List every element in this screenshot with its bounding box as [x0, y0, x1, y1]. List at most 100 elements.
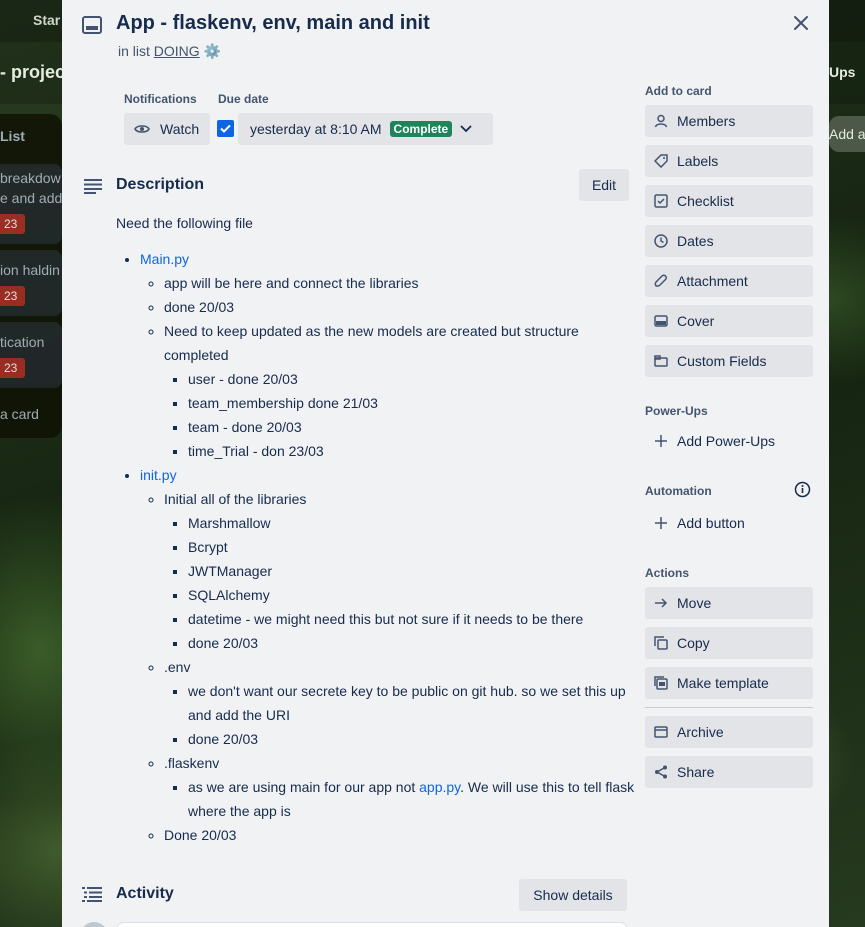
add-button-label: Add button — [677, 515, 745, 531]
edit-label: Edit — [591, 177, 617, 193]
list-item-text: Initial all of the libraries — [164, 491, 307, 507]
archive-button[interactable]: Archive — [645, 716, 813, 748]
list-card-title: ion haldin — [0, 262, 60, 278]
app-py-link[interactable]: app.py — [419, 779, 460, 795]
watch-button[interactable]: Watch — [124, 113, 210, 145]
members-button[interactable]: Members — [645, 105, 813, 137]
template-icon — [653, 675, 669, 691]
custom-fields-icon — [653, 353, 669, 369]
watch-label: Watch — [160, 121, 200, 137]
powerups-label: Power-Ups — [645, 404, 708, 418]
list-title[interactable]: List — [0, 128, 25, 144]
arrow-right-icon — [653, 595, 669, 611]
paperclip-icon — [653, 273, 669, 289]
dates-button[interactable]: Dates — [645, 225, 813, 257]
card-title[interactable]: App - flaskenv, env, main and init — [116, 12, 430, 35]
move-label: Move — [677, 595, 712, 611]
board-powerups-label[interactable]: Ups — [829, 64, 855, 80]
plus-icon — [653, 515, 669, 531]
list-item: team - done 20/03 — [188, 415, 636, 439]
list-card-badge: 23 — [0, 214, 25, 234]
list-item: Done 20/03 — [164, 823, 636, 847]
complete-badge: Complete — [389, 121, 453, 137]
actions-label: Actions — [645, 566, 690, 580]
description-icon — [84, 178, 102, 197]
list-item: JWTManager — [188, 559, 636, 583]
make-template-button[interactable]: Make template — [645, 667, 813, 699]
list-item: Bcrypt — [188, 535, 636, 559]
comment-input[interactable] — [116, 922, 628, 927]
list-name-link[interactable]: DOING — [154, 43, 200, 59]
activity-title: Activity — [116, 885, 174, 902]
list-card-title-cont: e and add — [0, 190, 63, 206]
copy-button[interactable]: Copy — [645, 627, 813, 659]
show-details-button[interactable]: Show details — [519, 879, 627, 911]
due-date-button[interactable]: yesterday at 8:10 AM Complete — [238, 113, 493, 145]
labels-label: Labels — [677, 153, 719, 169]
cover-label: Cover — [677, 313, 715, 329]
checklist-icon — [653, 193, 669, 209]
due-complete-checkbox[interactable] — [217, 120, 234, 137]
members-label: Members — [677, 113, 736, 129]
checklist-label: Checklist — [677, 193, 734, 209]
custom-fields-button[interactable]: Custom Fields — [645, 345, 813, 377]
add-powerups-button[interactable]: Add Power-Ups — [645, 425, 813, 457]
list-item: .flaskenv as we are using main for our a… — [164, 751, 636, 823]
board-list: List breakdow e and add 23 ion haldin 23… — [0, 114, 62, 438]
due-date-label: Due date — [218, 92, 269, 106]
cover-button[interactable]: Cover — [645, 305, 813, 337]
avatar — [80, 922, 108, 927]
plus-icon — [653, 433, 669, 449]
dates-label: Dates — [677, 233, 714, 249]
description-body[interactable]: Need the following file Main.py app will… — [116, 211, 636, 847]
add-card-link[interactable]: a card — [0, 406, 39, 422]
show-details-label: Show details — [533, 887, 613, 903]
person-icon — [653, 113, 669, 129]
move-button[interactable]: Move — [645, 587, 813, 619]
share-button[interactable]: Share — [645, 756, 813, 788]
actions-divider — [645, 707, 813, 708]
list-item: time_Trial - don 23/03 — [188, 439, 636, 463]
list-card[interactable]: ion haldin 23 — [0, 250, 62, 316]
list-card-badge: 23 — [0, 286, 25, 306]
list-card[interactable]: tication 23 — [0, 322, 62, 388]
init-py-link[interactable]: init.py — [140, 467, 177, 483]
list-item-text: Need to keep updated as the new models a… — [164, 323, 579, 363]
automation-label: Automation — [645, 484, 712, 498]
attachment-button[interactable]: Attachment — [645, 265, 813, 297]
list-emoji: ⚙️ — [203, 43, 222, 59]
add-button-button[interactable]: Add button — [645, 507, 813, 539]
labels-button[interactable]: Labels — [645, 145, 813, 177]
starred-menu-label[interactable]: Star — [33, 12, 60, 28]
cover-icon — [653, 313, 669, 329]
custom-fields-label: Custom Fields — [677, 353, 767, 369]
checklist-button[interactable]: Checklist — [645, 185, 813, 217]
main-py-link[interactable]: Main.py — [140, 251, 189, 267]
list-item: datetime - we might need this but not su… — [188, 607, 636, 631]
share-icon — [653, 764, 669, 780]
description-intro: Need the following file — [116, 215, 253, 231]
list-item: done 20/03 — [188, 727, 636, 751]
list-card[interactable]: breakdow e and add 23 — [0, 164, 62, 244]
eye-icon — [134, 121, 150, 137]
share-label: Share — [677, 764, 715, 780]
add-list-button[interactable]: Add an — [829, 116, 865, 152]
notifications-label: Notifications — [124, 92, 197, 106]
card-list-info: in list DOING ⚙️ — [118, 43, 221, 60]
list-item-text: as we are using main for our app not — [188, 779, 420, 795]
list-item-text: .env — [164, 659, 191, 675]
card-detail-modal: App - flaskenv, env, main and init in li… — [62, 0, 829, 927]
list-item: app will be here and connect the librari… — [164, 271, 636, 295]
make-template-label: Make template — [677, 675, 769, 691]
archive-label: Archive — [677, 724, 724, 740]
close-button[interactable] — [786, 8, 816, 38]
attachment-label: Attachment — [677, 273, 748, 289]
info-icon[interactable] — [794, 481, 811, 501]
edit-description-button[interactable]: Edit — [579, 169, 629, 201]
list-item: Need to keep updated as the new models a… — [164, 319, 636, 463]
list-item: Initial all of the libraries Marshmallow… — [164, 487, 636, 655]
list-item: init.py Initial all of the libraries Mar… — [140, 463, 636, 847]
copy-icon — [653, 635, 669, 651]
add-list-label: Add an — [829, 126, 865, 142]
board-title[interactable]: - projec — [0, 62, 65, 83]
